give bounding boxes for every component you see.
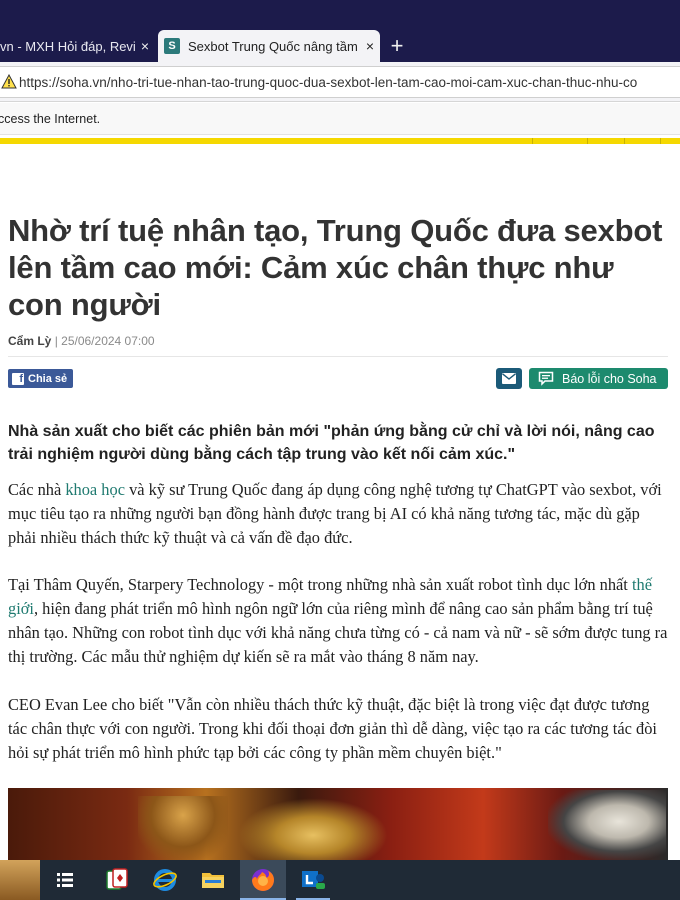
file-explorer-icon[interactable] — [190, 860, 236, 900]
internet-explorer-icon[interactable] — [142, 860, 188, 900]
header-divider — [624, 138, 625, 144]
article-header: Nhờ trí tuệ nhân tạo, Trung Quốc đưa sex… — [8, 212, 670, 348]
paragraph-text: , hiện đang phát triển mô hình ngôn ngữ … — [8, 599, 668, 666]
share-label: Chia sẻ — [28, 372, 68, 385]
tab-mxh-hoi-dap[interactable]: vn - MXH Hỏi đáp, Revie × — [0, 30, 155, 62]
meta-separator: | — [51, 334, 62, 348]
report-label: Báo lỗi cho Soha — [562, 371, 657, 386]
paragraph-text: Tại Thâm Quyến, Starpery Technology - mộ… — [8, 575, 632, 594]
new-tab-button[interactable]: + — [384, 33, 410, 59]
windows-taskbar — [0, 860, 680, 900]
comment-icon — [538, 371, 554, 386]
article-meta: Cẩm Lỳ | 25/06/2024 07:00 — [8, 334, 670, 348]
inline-link-khoa-hoc[interactable]: khoa học — [65, 480, 125, 499]
tab-title: vn - MXH Hỏi đáp, Revie — [0, 38, 135, 54]
notification-bar: ccess the Internet. — [0, 103, 680, 135]
photo-lamp — [548, 790, 666, 860]
soha-favicon-icon: S — [164, 38, 180, 54]
firefox-icon[interactable] — [240, 860, 286, 900]
paragraph-text: Các nhà — [8, 480, 66, 499]
share-toolbar: f Chia sẻ Báo lỗi cho Soha — [8, 368, 668, 390]
photo-figure — [138, 796, 228, 860]
header-divider — [532, 138, 533, 144]
article-paragraph: Tại Thâm Quyến, Starpery Technology - mộ… — [8, 573, 668, 669]
solitaire-icon[interactable] — [94, 860, 140, 900]
tab-sexbot-article[interactable]: S Sexbot Trung Quốc nâng tầm c × — [158, 30, 380, 62]
header-divider — [587, 138, 588, 144]
browser-tab-bar: vn - MXH Hỏi đáp, Revie × S Sexbot Trung… — [0, 0, 680, 62]
article-paragraph: CEO Evan Lee cho biết "Vẫn còn nhiều thá… — [8, 695, 657, 762]
start-tile[interactable] — [0, 860, 40, 900]
mail-icon — [502, 373, 516, 384]
report-error-button[interactable]: Báo lỗi cho Soha — [529, 368, 668, 389]
lync-icon[interactable] — [290, 860, 336, 900]
task-view-icon[interactable] — [42, 860, 88, 900]
url-bar[interactable]: https://soha.vn/nho-tri-tue-nhan-tao-tru… — [0, 66, 680, 98]
article-title: Nhờ trí tuệ nhân tạo, Trung Quốc đưa sex… — [8, 213, 663, 322]
url-text: https://soha.vn/nho-tri-tue-nhan-tao-tru… — [19, 74, 638, 90]
photo-ornament — [238, 798, 388, 860]
notification-text: ccess the Internet. — [0, 112, 101, 126]
close-icon[interactable]: × — [360, 38, 380, 54]
warning-icon[interactable] — [1, 73, 17, 90]
tab-title: Sexbot Trung Quốc nâng tầm c — [188, 38, 360, 54]
article-date: 25/06/2024 07:00 — [61, 334, 155, 348]
article-sapo: Nhà sản xuất cho biết các phiên bản mới … — [8, 423, 655, 463]
header-divider — [660, 138, 661, 144]
article-author[interactable]: Cẩm Lỳ — [8, 334, 51, 348]
article-paragraph: Các nhà khoa học và kỹ sư Trung Quốc đan… — [8, 478, 668, 550]
facebook-share-button[interactable]: f Chia sẻ — [8, 369, 74, 388]
site-header-accent-bar — [0, 138, 680, 144]
navigation-bar: https://soha.vn/nho-tri-tue-nhan-tao-tru… — [0, 62, 680, 102]
email-share-button[interactable] — [496, 368, 522, 389]
article-photo — [8, 788, 668, 860]
close-icon[interactable]: × — [135, 38, 155, 54]
facebook-icon: f — [12, 372, 24, 385]
divider — [8, 356, 668, 357]
